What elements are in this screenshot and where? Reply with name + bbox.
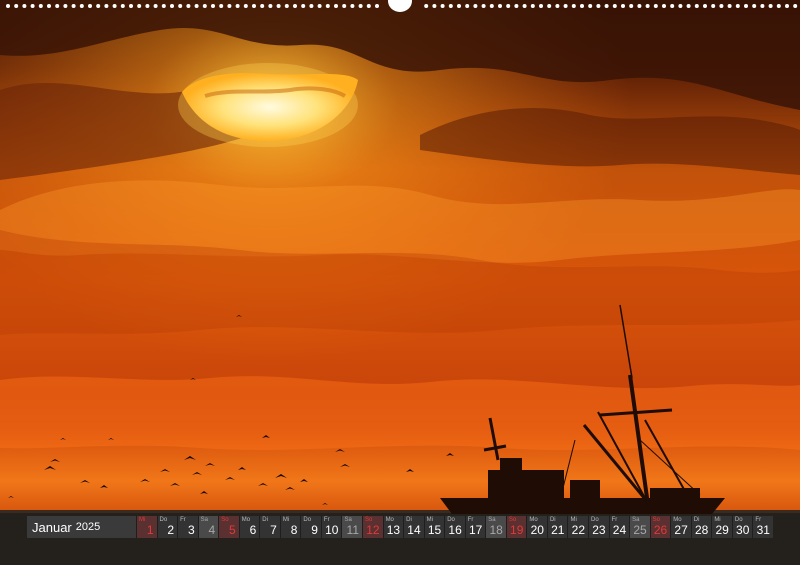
calendar-bar: Januar 2025 Mi 1 Do 2 Fr 3 Sa 4 So 5 Mo 6 Di 7 Mi 8 Do 9 F… bbox=[27, 516, 773, 538]
day-cell: Mi 22 bbox=[567, 516, 589, 538]
day-number: 16 bbox=[448, 523, 462, 537]
day-number: 10 bbox=[325, 523, 339, 537]
day-cell: Sa 4 bbox=[197, 516, 219, 538]
day-cell: Di 28 bbox=[690, 516, 712, 538]
weekday-abbr: Mi bbox=[282, 517, 290, 523]
day-number: 13 bbox=[386, 523, 401, 537]
weekday-abbr: Di bbox=[262, 517, 268, 523]
day-cell: Fr 24 bbox=[608, 516, 630, 538]
day-cell: So 26 bbox=[649, 516, 671, 538]
weekday-abbr: Mi bbox=[139, 517, 146, 523]
day-cell: So 5 bbox=[218, 516, 239, 538]
day-number: 6 bbox=[249, 523, 257, 537]
day-number: 17 bbox=[468, 523, 483, 537]
weekday-abbr: Do bbox=[159, 517, 168, 523]
day-cell: Di 7 bbox=[259, 516, 280, 538]
day-number: 21 bbox=[551, 523, 565, 537]
day-cell: Fr 17 bbox=[464, 516, 486, 538]
day-number: 24 bbox=[612, 523, 627, 537]
day-cell: Do 9 bbox=[300, 516, 321, 538]
day-number: 22 bbox=[571, 523, 586, 537]
day-cell: Sa 25 bbox=[629, 516, 650, 538]
day-number: 3 bbox=[187, 523, 195, 537]
day-number: 11 bbox=[346, 523, 360, 537]
weekday-abbr: Do bbox=[303, 517, 312, 523]
day-cell: Do 30 bbox=[731, 516, 753, 538]
day-number: 25 bbox=[633, 523, 647, 537]
day-number: 9 bbox=[311, 523, 318, 537]
day-number: 23 bbox=[592, 523, 606, 537]
day-cell: Di 14 bbox=[403, 516, 424, 538]
day-number: 18 bbox=[489, 523, 503, 537]
day-cell: Fr 3 bbox=[177, 516, 198, 538]
day-cell: Do 23 bbox=[588, 516, 609, 538]
day-number: 1 bbox=[146, 523, 154, 537]
day-number: 15 bbox=[427, 523, 442, 537]
day-cell: Mi 29 bbox=[711, 516, 732, 538]
day-cell: Mi 1 bbox=[136, 516, 157, 538]
month-name: Januar bbox=[32, 519, 72, 535]
day-cell: Mo 13 bbox=[382, 516, 404, 538]
day-number: 7 bbox=[270, 523, 277, 537]
day-cell: Mo 20 bbox=[526, 516, 547, 538]
day-number: 2 bbox=[167, 523, 175, 537]
weekday-abbr: So bbox=[221, 517, 229, 523]
day-cell: Fr 10 bbox=[320, 516, 342, 538]
sunset-photo bbox=[0, 0, 800, 565]
weekday-abbr: Mo bbox=[241, 517, 251, 523]
day-number: 4 bbox=[208, 523, 216, 537]
day-number: 20 bbox=[530, 523, 544, 537]
day-cell: Sa 18 bbox=[485, 516, 506, 538]
calendar-page: Januar 2025 Mi 1 Do 2 Fr 3 Sa 4 So 5 Mo 6 Di 7 Mi 8 Do 9 F… bbox=[0, 0, 800, 565]
month-label: Januar 2025 bbox=[27, 516, 136, 538]
day-cell: Mi 8 bbox=[279, 516, 301, 538]
day-number: 19 bbox=[510, 523, 524, 537]
day-number: 28 bbox=[694, 523, 709, 537]
day-number: 14 bbox=[407, 523, 421, 537]
weekday-abbr: Fr bbox=[180, 517, 186, 523]
day-number: 27 bbox=[674, 523, 688, 537]
month-year: 2025 bbox=[75, 521, 101, 533]
day-number: 8 bbox=[290, 523, 298, 537]
day-number: 5 bbox=[229, 523, 236, 537]
day-number: 12 bbox=[366, 523, 380, 537]
day-cell: Mi 15 bbox=[423, 516, 445, 538]
day-cell: So 19 bbox=[505, 516, 527, 538]
day-cell: Do 16 bbox=[444, 516, 465, 538]
day-cell: Do 2 bbox=[156, 516, 178, 538]
day-number: 29 bbox=[715, 523, 729, 537]
day-cell: Mo 6 bbox=[238, 516, 260, 538]
day-number: 30 bbox=[736, 523, 750, 537]
day-cell: Di 21 bbox=[546, 516, 568, 538]
weekday-abbr: Sa bbox=[200, 517, 208, 523]
day-cell: Sa 11 bbox=[341, 516, 363, 538]
sun-icon bbox=[178, 63, 358, 147]
day-cell: So 12 bbox=[362, 516, 383, 538]
day-number: 26 bbox=[653, 523, 668, 537]
day-strip: Mi 1 Do 2 Fr 3 Sa 4 So 5 Mo 6 Di 7 Mi 8 Do 9 Fr 10 Sa 11 So 12 M… bbox=[136, 516, 773, 538]
day-cell: Mo 27 bbox=[670, 516, 691, 538]
day-cell: Fr 31 bbox=[752, 516, 773, 538]
day-number: 31 bbox=[756, 523, 770, 537]
